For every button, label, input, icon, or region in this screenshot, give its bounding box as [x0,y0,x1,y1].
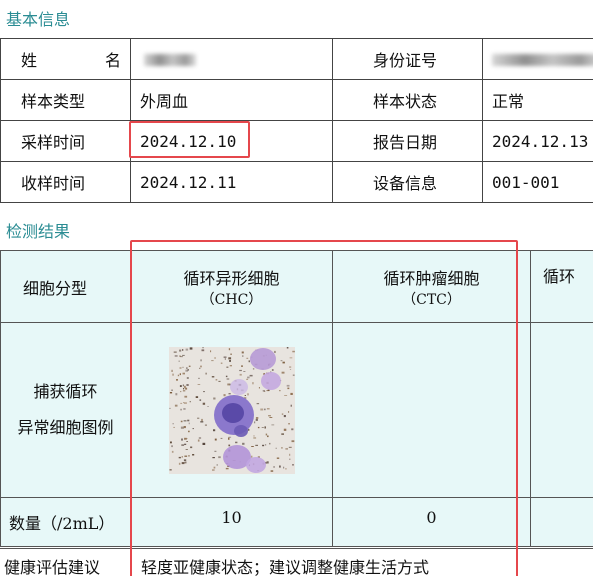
id-label: 身份证号 [332,38,483,80]
basic-info-table: 姓 名 身份证号 样本类型 外周血 样本状态 正常 采样时间 2024.12.1… [0,38,593,203]
third-col-title: 循环 [543,267,576,286]
sample-type-value: 外周血 [130,79,333,121]
third-image-cell [530,322,593,498]
collect-time-label: 采样时间 [0,120,131,162]
sample-type-label: 样本类型 [0,79,131,121]
name-label: 姓 名 [0,38,131,80]
image-row-label: 捕获循环 异常细胞图例 [0,322,131,498]
receive-time-label: 收样时间 [0,161,131,203]
count-label: 数量（/2mL） [0,497,131,547]
redacted-id [492,54,593,66]
info-row: 采样时间 2024.12.10 报告日期 2024.12.13 [0,120,593,162]
device-label: 设备信息 [332,161,483,203]
report-date-value: 2024.12.13 [482,120,593,162]
highlight-box-chc-ctc-columns [130,240,518,576]
advice-label: 健康评估建议 [4,558,101,576]
info-row: 收样时间 2024.12.11 设备信息 001-001 [0,161,593,203]
third-col-header: 循环 [530,250,593,323]
sample-status-label: 样本状态 [332,79,483,121]
name-value [130,38,333,80]
cell-type-label: 细胞分型 [0,250,131,323]
receive-time-value: 2024.12.11 [130,161,333,203]
info-row: 样本类型 外周血 样本状态 正常 [0,79,593,121]
sample-status-value: 正常 [482,79,593,121]
section-title-basic-info: 基本信息 [6,10,71,29]
section-title-results: 检测结果 [6,222,71,241]
redacted-name [144,54,196,66]
device-value: 001-001 [482,161,593,203]
report-date-label: 报告日期 [332,120,483,162]
highlight-box-collect-date [129,121,250,158]
info-row: 姓 名 身份证号 [0,38,593,80]
third-count [530,497,593,547]
id-value [482,38,593,80]
